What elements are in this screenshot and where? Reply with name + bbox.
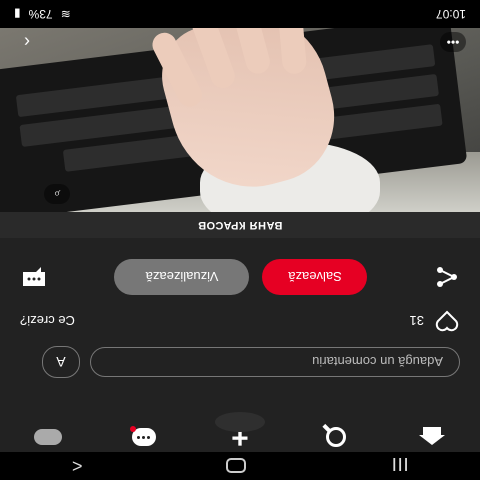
view-button[interactable]: Vizualizează [114, 259, 250, 295]
search-icon [326, 427, 346, 447]
action-row: Salvează Vizualizează [20, 257, 460, 297]
chat-icon [130, 426, 156, 446]
tab-messages[interactable] [124, 425, 164, 449]
pin-title: ВАНЯ КРАСОВ [0, 212, 480, 238]
recent-apps-icon[interactable]: ||| [390, 458, 408, 474]
pin-details-sheet: A 31 Ce crezi? Salvează Vizualizează [0, 238, 480, 432]
system-nav-bar: ||| < [0, 452, 480, 480]
user-avatar[interactable]: A [42, 346, 80, 378]
comment-input[interactable] [90, 347, 460, 377]
reaction-count: 31 [409, 313, 424, 329]
tab-home[interactable] [412, 425, 452, 449]
home-icon [419, 435, 445, 445]
chevron-left-icon[interactable]: ‹ [14, 32, 40, 53]
reaction-prompt: Ce crezi? [20, 313, 75, 329]
more-dots-icon[interactable]: ••• [440, 32, 466, 52]
system-home-icon[interactable] [226, 458, 247, 474]
more-ideas-peek[interactable] [215, 412, 265, 432]
tab-search[interactable] [316, 425, 356, 449]
system-back-icon[interactable]: < [72, 456, 83, 477]
avatar-icon [34, 429, 62, 445]
tab-profile[interactable] [28, 425, 68, 449]
battery-level: 73% [28, 7, 53, 21]
visual-search-icon[interactable]: ⌕ [44, 184, 70, 204]
pin-image[interactable]: ⌕ ••• ‹ [0, 28, 480, 212]
reaction-row: 31 Ce crezi? [20, 304, 460, 338]
notification-dot [130, 426, 136, 432]
wifi-icon: ≋ [60, 7, 71, 21]
phone-screen: ||| < + Adaugă un comentariu A 31 Ce cre… [0, 0, 480, 480]
clock: 10:07 [435, 7, 466, 21]
heart-icon[interactable] [434, 310, 460, 332]
save-button[interactable]: Salvează [262, 259, 368, 295]
status-bar: 10:07 ≋ 73% ▮ [0, 0, 480, 28]
comment-bubble-icon[interactable] [20, 265, 48, 289]
battery-icon: ▮ [14, 7, 21, 21]
share-icon[interactable] [434, 266, 460, 288]
comment-row: A [20, 344, 460, 380]
